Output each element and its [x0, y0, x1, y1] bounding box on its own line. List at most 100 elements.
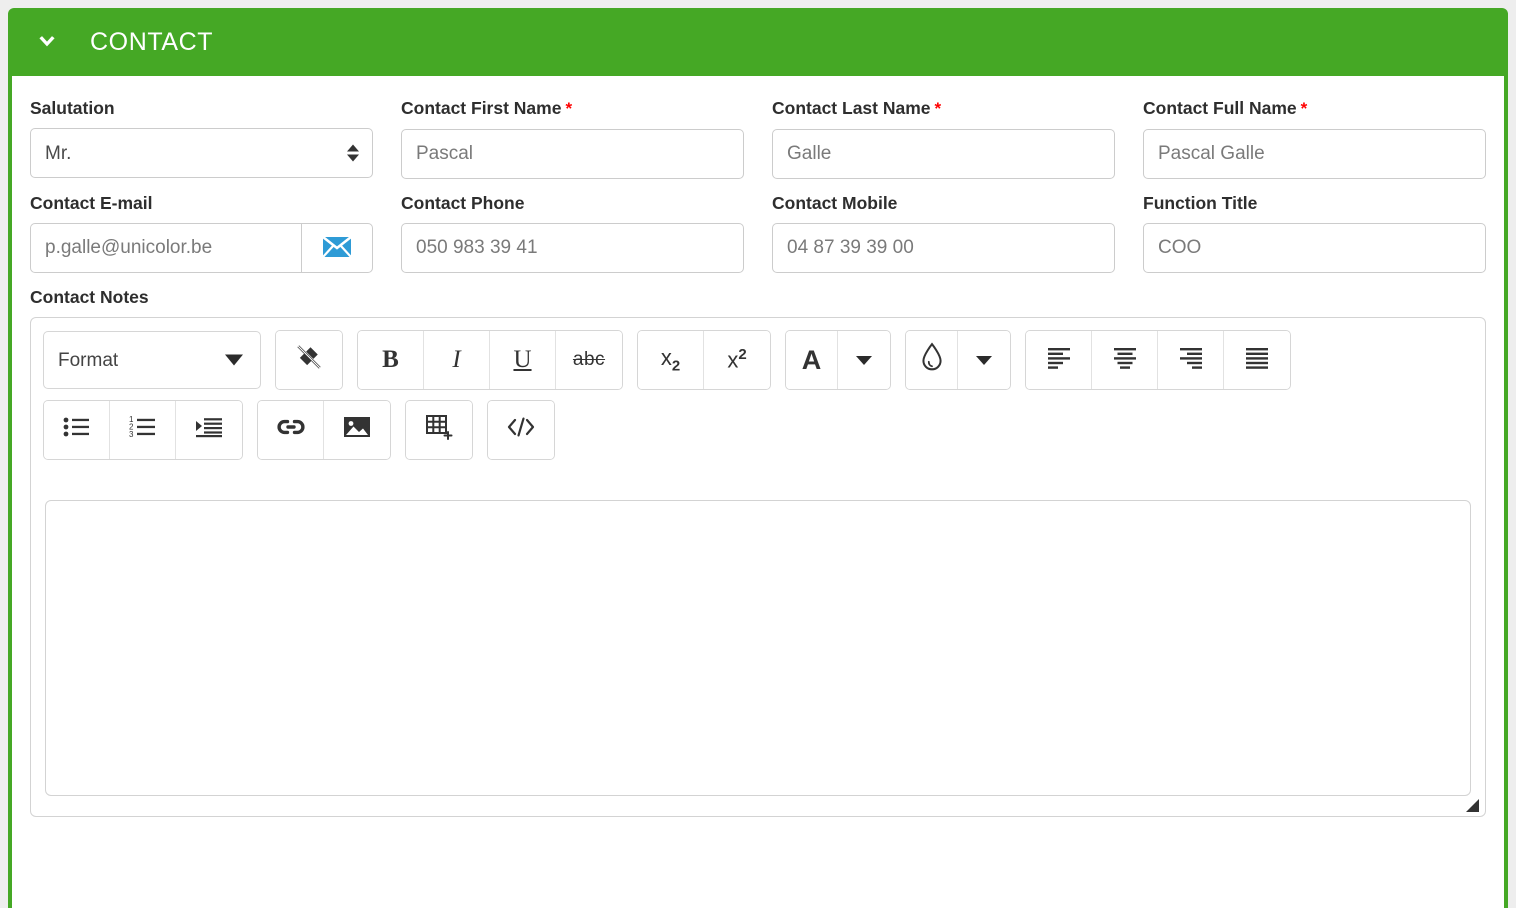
align-justify-icon	[1243, 345, 1271, 375]
label-contact-notes: Contact Notes	[30, 287, 149, 307]
eraser-slash-icon	[294, 342, 324, 378]
background-color-button[interactable]	[906, 331, 958, 389]
last-name-input[interactable]	[772, 129, 1115, 179]
label-last-name: Contact Last Name *	[772, 98, 1115, 119]
contact-panel: CONTACT Salutation Mr. Contact First Nam…	[8, 8, 1508, 908]
numbered-list-icon: 1 2 3	[128, 415, 158, 445]
notes-editing-area[interactable]	[45, 500, 1471, 796]
label-first-name: Contact First Name *	[401, 98, 744, 119]
field-last-name: Contact Last Name *	[772, 98, 1115, 179]
full-name-input[interactable]	[1143, 129, 1486, 179]
field-salutation: Salutation Mr.	[30, 98, 373, 179]
alignment-group	[1025, 330, 1291, 390]
label-first-name-text: Contact First Name	[401, 98, 562, 118]
align-right-icon	[1177, 345, 1205, 375]
table-group	[405, 400, 473, 460]
field-phone: Contact Phone	[401, 193, 744, 273]
droplet-icon	[919, 342, 945, 378]
bulleted-list-icon	[62, 415, 92, 445]
svg-text:3: 3	[129, 430, 134, 439]
contact-notes-block: Contact Notes Format B I U abc x2 x2 A 1…	[30, 287, 1486, 817]
required-asterisk: *	[565, 99, 573, 118]
caret-down-icon	[974, 347, 994, 373]
insert-table-button[interactable]	[406, 401, 472, 459]
align-justify-button[interactable]	[1224, 331, 1290, 389]
function-title-input[interactable]	[1143, 223, 1486, 273]
field-mobile: Contact Mobile	[772, 193, 1115, 273]
first-name-input[interactable]	[401, 129, 744, 179]
required-asterisk: *	[934, 99, 942, 118]
caret-down-icon	[854, 347, 874, 373]
contact-panel-header[interactable]: CONTACT	[8, 8, 1508, 76]
bold-button[interactable]: B	[358, 331, 424, 389]
salutation-select-wrap: Mr.	[30, 128, 373, 178]
align-right-button[interactable]	[1158, 331, 1224, 389]
editor-toolbar: Format B I U abc x2 x2 A 1 2 3	[31, 318, 1485, 476]
numbered-list-button[interactable]: 1 2 3	[110, 401, 176, 459]
strikethrough-button[interactable]: abc	[556, 331, 622, 389]
superscript-digit: 2	[738, 346, 747, 364]
script-group: x2 x2	[637, 330, 771, 390]
indent-icon	[194, 415, 224, 445]
mobile-input[interactable]	[772, 223, 1115, 273]
field-function-title: Function Title	[1143, 193, 1486, 273]
background-color-group	[905, 330, 1011, 390]
field-full-name: Contact Full Name *	[1143, 98, 1486, 179]
increase-indent-button[interactable]	[176, 401, 242, 459]
page-title: CONTACT	[90, 27, 214, 56]
align-center-icon	[1111, 345, 1139, 375]
contact-form-body: Salutation Mr. Contact First Name * Pasc…	[8, 76, 1508, 908]
align-center-button[interactable]	[1092, 331, 1158, 389]
background-color-dropdown[interactable]	[958, 331, 1010, 389]
insert-image-button[interactable]	[324, 401, 390, 459]
label-email: Contact E-mail	[30, 193, 153, 213]
label-full-name: Contact Full Name *	[1143, 98, 1486, 119]
format-select-wrap: Format	[43, 331, 261, 389]
list-group: 1 2 3	[43, 400, 243, 460]
subscript-button[interactable]: x2	[638, 331, 704, 389]
phone-input[interactable]	[401, 223, 744, 273]
insert-link-button[interactable]	[258, 401, 324, 459]
superscript-icon: x2	[727, 346, 747, 373]
align-left-button[interactable]	[1026, 331, 1092, 389]
remove-format-button[interactable]	[276, 331, 342, 389]
align-left-icon	[1045, 345, 1073, 375]
text-style-group: B I U abc	[357, 330, 623, 390]
label-salutation: Salutation	[30, 98, 115, 118]
table-icon	[424, 413, 454, 447]
insert-group	[257, 400, 391, 460]
send-email-button[interactable]	[301, 223, 373, 273]
superscript-button[interactable]: x2	[704, 331, 770, 389]
field-email: Contact E-mail	[30, 193, 373, 273]
resize-grip[interactable]	[1466, 799, 1479, 812]
italic-button[interactable]: I	[424, 331, 490, 389]
link-icon	[275, 416, 307, 444]
remove-format-group	[275, 330, 343, 390]
source-code-button[interactable]	[488, 401, 554, 459]
editor-toolbar-row-2: 1 2 3	[43, 400, 1473, 460]
contact-fields-grid: Salutation Mr. Contact First Name * Pasc…	[30, 98, 1486, 287]
subscript-digit: 2	[671, 357, 681, 375]
text-color-group: A	[785, 330, 891, 390]
subscript-icon: x2	[660, 345, 681, 375]
email-input[interactable]	[30, 223, 301, 273]
text-color-button[interactable]: A	[786, 331, 838, 389]
label-mobile: Contact Mobile	[772, 193, 898, 213]
label-last-name-text: Contact Last Name	[772, 98, 931, 118]
source-group	[487, 400, 555, 460]
envelope-icon	[322, 235, 352, 262]
label-function-title: Function Title	[1143, 193, 1258, 213]
label-phone: Contact Phone	[401, 193, 525, 213]
text-color-dropdown[interactable]	[838, 331, 890, 389]
bulleted-list-button[interactable]	[44, 401, 110, 459]
editor-toolbar-row-1: Format B I U abc x2 x2 A	[43, 330, 1473, 390]
image-icon	[342, 414, 372, 446]
underline-button[interactable]: U	[490, 331, 556, 389]
email-input-group	[30, 223, 373, 273]
format-select[interactable]: Format	[43, 331, 261, 389]
salutation-select[interactable]: Mr.	[30, 128, 373, 178]
label-full-name-text: Contact Full Name	[1143, 98, 1297, 118]
chevron-down-icon[interactable]	[34, 29, 60, 55]
code-icon	[505, 415, 537, 445]
required-asterisk: *	[1300, 99, 1308, 118]
